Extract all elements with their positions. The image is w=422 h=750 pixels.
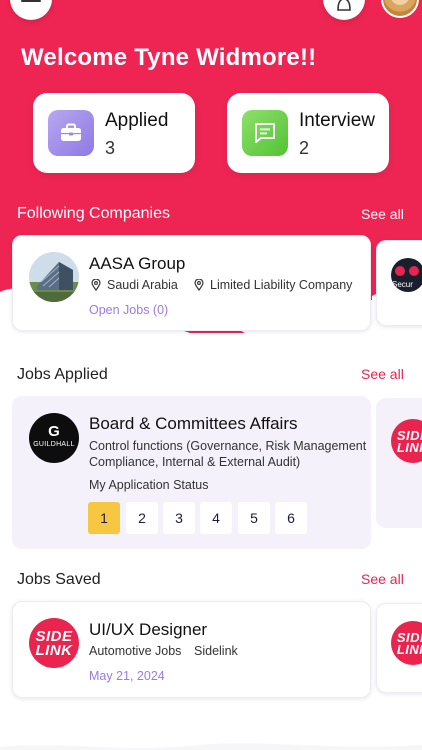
- saved-see-all-link[interactable]: See all: [361, 571, 404, 587]
- briefcase-icon: [48, 110, 94, 156]
- job-company: Sidelink: [194, 644, 238, 658]
- chat-icon: [242, 110, 288, 156]
- job-title: Board & Committees Affairs: [89, 414, 298, 433]
- location-pin-icon: [91, 278, 101, 292]
- applied-stat-card[interactable]: Applied 3: [33, 93, 195, 173]
- jobs-saved-title: Jobs Saved: [17, 571, 101, 588]
- applied-count: 3: [105, 138, 116, 158]
- company-card[interactable]: AASA Group Saudi Arabia Limited Liabilit…: [12, 235, 371, 331]
- company-country: Saudi Arabia: [91, 278, 178, 292]
- saved-job-card[interactable]: SIDE LINK UI/UX Designer Automotive Jobs…: [12, 601, 371, 698]
- bottom-edge: [0, 738, 422, 750]
- status-step-5: 5: [238, 502, 270, 534]
- company-logo: G GUILDHALL: [29, 413, 79, 463]
- job-title: UI/UX Designer: [89, 620, 208, 639]
- application-status-label: My Application Status: [89, 478, 209, 492]
- status-step-6: 6: [275, 502, 307, 534]
- company-logo: SIDE LINK: [29, 618, 79, 668]
- applied-see-all-link[interactable]: See all: [361, 366, 404, 382]
- open-jobs-link[interactable]: Open Jobs (0): [89, 303, 168, 317]
- company-logo-next: Secur: [391, 258, 422, 292]
- company-card-next[interactable]: Secur: [376, 240, 422, 326]
- menu-button[interactable]: [10, 0, 52, 20]
- following-see-all-link[interactable]: See all: [361, 206, 404, 222]
- job-category: Automotive Jobs: [89, 644, 182, 658]
- job-description: Control functions (Governance, Risk Mana…: [89, 439, 367, 469]
- following-companies-title: Following Companies: [17, 205, 170, 222]
- company-name: AASA Group: [89, 254, 186, 273]
- interview-count: 2: [299, 138, 310, 158]
- saved-date: May 21, 2024: [89, 669, 165, 683]
- company-logo-next: SIDE LINK: [391, 419, 422, 463]
- jobs-applied-title: Jobs Applied: [17, 366, 108, 383]
- status-step-2: 2: [126, 502, 158, 534]
- company-type: Limited Liability Company: [194, 278, 352, 292]
- interview-stat-card[interactable]: Interview 2: [227, 93, 389, 173]
- status-step-3: 3: [163, 502, 195, 534]
- company-logo: [29, 252, 79, 302]
- status-step-1: 1: [88, 502, 120, 534]
- notifications-button[interactable]: [323, 0, 365, 20]
- top-bar: [0, 0, 422, 24]
- welcome-heading: Welcome Tyne Widmore!!: [21, 44, 317, 71]
- status-step-4: 4: [200, 502, 232, 534]
- avatar[interactable]: [381, 0, 419, 18]
- applied-job-card-next[interactable]: SIDE LINK: [376, 398, 422, 528]
- bell-icon: [337, 0, 351, 11]
- applied-label: Applied: [105, 110, 169, 131]
- interview-label: Interview: [299, 110, 376, 131]
- hamburger-icon: [21, 0, 41, 2]
- saved-job-card-next[interactable]: SIDE LINK: [376, 603, 422, 693]
- company-logo-next: SIDE LINK: [391, 621, 422, 665]
- location-pin-icon: [194, 278, 204, 292]
